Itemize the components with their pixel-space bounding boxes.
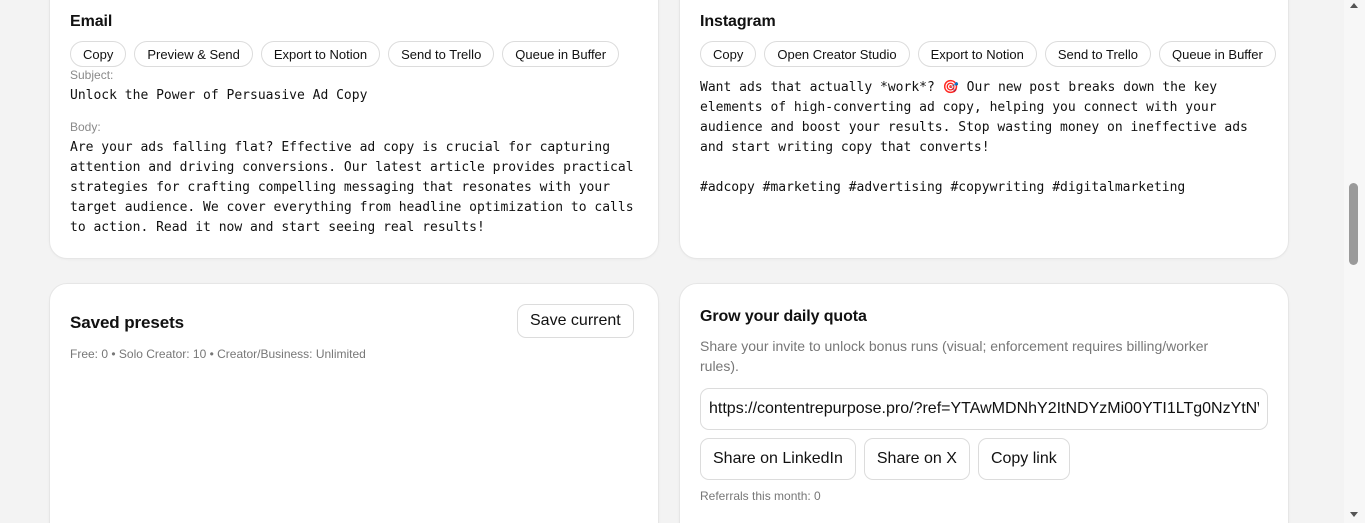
share-x-button[interactable]: Share on X <box>863 438 970 480</box>
email-title: Email <box>70 13 113 30</box>
copy-link-button[interactable]: Copy link <box>977 438 1070 480</box>
instagram-export-notion-button[interactable]: Export to Notion <box>917 41 1037 67</box>
email-body-label: Body: <box>70 120 101 134</box>
share-actions: Share on LinkedIn Share on X Copy link <box>700 438 1070 480</box>
email-send-trello-button[interactable]: Send to Trello <box>388 41 495 67</box>
scroll-down-icon[interactable] <box>1350 512 1358 517</box>
instagram-send-trello-button[interactable]: Send to Trello <box>1044 41 1152 67</box>
saved-presets-card: Saved presets Save current Free: 0 • Sol… <box>49 283 659 523</box>
share-linkedin-button[interactable]: Share on LinkedIn <box>700 438 856 480</box>
instagram-actions: Copy Open Creator Studio Export to Notio… <box>700 41 1276 67</box>
instagram-queue-buffer-button[interactable]: Queue in Buffer <box>1159 41 1276 67</box>
scrollbar-thumb[interactable] <box>1349 183 1358 265</box>
scroll-up-icon[interactable] <box>1350 3 1358 8</box>
instagram-open-creator-studio-button[interactable]: Open Creator Studio <box>764 41 910 67</box>
saved-presets-title: Saved presets <box>70 313 184 332</box>
email-card: Email Copy Preview & Send Export to Noti… <box>49 0 659 259</box>
email-subject-label: Subject: <box>70 68 114 82</box>
save-current-button[interactable]: Save current <box>517 304 634 338</box>
instagram-card: Instagram Copy Open Creator Studio Expor… <box>679 0 1289 259</box>
page: Email Copy Preview & Send Export to Noti… <box>0 0 1365 523</box>
email-queue-buffer-button[interactable]: Queue in Buffer <box>502 41 620 67</box>
grow-quota-title: Grow your daily quota <box>700 308 867 325</box>
instagram-title: Instagram <box>700 13 776 30</box>
page-scrollbar[interactable] <box>1344 0 1365 523</box>
email-actions: Copy Preview & Send Export to Notion Sen… <box>70 41 620 67</box>
preset-limits: Free: 0 • Solo Creator: 10 • Creator/Bus… <box>70 347 366 361</box>
instagram-caption: Want ads that actually *work*? 🎯 Our new… <box>700 80 1248 195</box>
grow-quota-description: Share your invite to unlock bonus runs (… <box>700 338 1209 374</box>
referral-link-input[interactable] <box>700 388 1268 430</box>
email-copy-button[interactable]: Copy <box>70 41 127 67</box>
referrals-count: Referrals this month: 0 <box>700 489 821 503</box>
instagram-copy-button[interactable]: Copy <box>700 41 757 67</box>
email-subject: Unlock the Power of Persuasive Ad Copy <box>70 88 368 103</box>
email-export-notion-button[interactable]: Export to Notion <box>260 41 381 67</box>
grow-quota-card: Grow your daily quota Share your invite … <box>679 283 1289 523</box>
email-body: Are your ads falling flat? Effective ad … <box>70 140 642 235</box>
email-preview-send-button[interactable]: Preview & Send <box>134 41 253 67</box>
